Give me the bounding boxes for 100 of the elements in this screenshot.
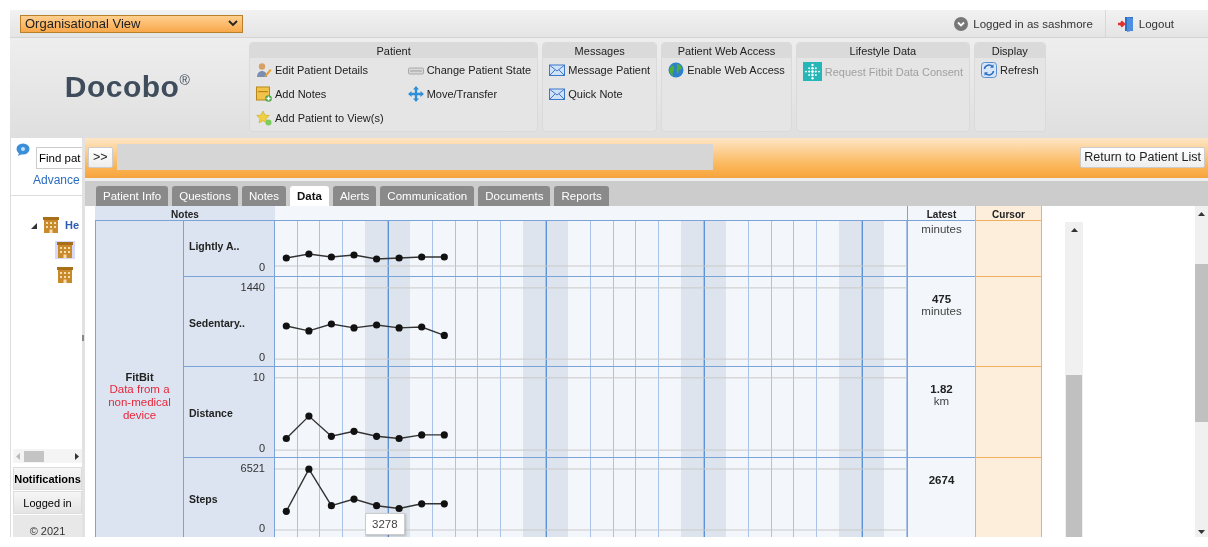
scrollbar-thumb[interactable] xyxy=(1066,375,1082,537)
data-point[interactable] xyxy=(373,502,381,510)
ribbon-group-title: Lifestyle Data xyxy=(796,43,969,58)
ribbon-button[interactable]: Edit Patient Details xyxy=(256,62,384,78)
data-point[interactable] xyxy=(305,327,313,335)
data-point[interactable] xyxy=(395,324,403,332)
expand-button[interactable]: >> xyxy=(88,146,113,168)
logo: Docobo$^{®}$ xyxy=(64,70,191,104)
chevron-down-icon xyxy=(228,20,238,27)
data-point[interactable] xyxy=(395,504,403,513)
row-label: Lightly A.. xyxy=(189,239,241,254)
ribbon-button[interactable]: Change Patient State xyxy=(407,62,532,78)
tree-item[interactable]: He xyxy=(11,216,82,234)
ribbon-button[interactable]: Enable Web Access xyxy=(668,62,785,78)
latest-unit: km xyxy=(933,395,950,407)
data-point[interactable] xyxy=(373,432,381,440)
axis-tick: 6521 xyxy=(239,462,265,475)
scrollbar-thumb[interactable] xyxy=(24,450,44,462)
ribbon-button[interactable]: Add Notes xyxy=(256,86,384,102)
data-point[interactable] xyxy=(350,324,358,332)
data-point[interactable] xyxy=(327,502,335,510)
advanced-link[interactable]: Advance xyxy=(33,173,82,187)
latest-unit: minutes xyxy=(921,305,962,317)
help-bubble-icon xyxy=(16,143,30,156)
person-pencil-icon xyxy=(256,62,272,78)
building-icon xyxy=(57,267,73,283)
ribbon-button[interactable]: Move/Transfer xyxy=(407,86,532,102)
copyright-text: © 2021 xyxy=(29,525,66,537)
view-select[interactable]: Organisational View xyxy=(20,14,243,33)
dot-grid-icon xyxy=(802,62,822,81)
arrow-right-icon xyxy=(75,452,79,460)
building-icon xyxy=(43,217,59,233)
arrow-up-icon xyxy=(1198,212,1205,216)
user-menu[interactable]: Logged in as sashmore xyxy=(954,16,1093,31)
envelope-icon xyxy=(549,86,566,102)
ribbon-group-title: Display xyxy=(975,43,1045,58)
ribbon-group-title: Patient xyxy=(250,43,538,58)
data-point[interactable] xyxy=(440,500,448,508)
data-point[interactable] xyxy=(282,507,290,515)
tree-item[interactable] xyxy=(55,266,75,284)
search-field[interactable]: Find pat xyxy=(36,147,82,169)
latest-value: 475 xyxy=(931,293,952,305)
column-header: Cursor xyxy=(992,209,1025,220)
ribbon-button[interactable]: Quick Note xyxy=(549,86,651,102)
data-point[interactable] xyxy=(418,431,426,439)
star-icon xyxy=(256,110,272,126)
arrow-up-icon xyxy=(1070,228,1078,232)
group-name: FitBit xyxy=(125,371,154,383)
ribbon-button[interactable]: Add Patient to View(s) xyxy=(256,110,384,126)
cross-arrows-icon xyxy=(407,86,424,102)
row-label: Sedentary.. xyxy=(189,315,246,331)
logged-in-button[interactable]: Logged in xyxy=(13,491,82,514)
ribbon-button[interactable]: Message Patient xyxy=(549,62,651,78)
data-point[interactable] xyxy=(418,500,426,508)
scrollbar-thumb[interactable] xyxy=(1195,264,1208,422)
scrollbar[interactable] xyxy=(1195,206,1208,537)
data-point[interactable] xyxy=(282,322,290,330)
ribbon-button[interactable]: Refresh xyxy=(981,62,1039,78)
ribbon-group-title: Messages xyxy=(543,43,657,58)
data-point[interactable] xyxy=(440,431,448,439)
column-header: Latest xyxy=(926,209,957,220)
globe-icon xyxy=(668,62,685,78)
tree-item[interactable] xyxy=(55,241,75,259)
axis-tick: 1440 xyxy=(239,281,265,294)
chevron-circle-icon xyxy=(954,16,969,31)
axis-tick: 0 xyxy=(257,442,265,455)
envelope-icon xyxy=(549,62,566,78)
refresh-icon xyxy=(981,62,997,78)
row-label: Distance xyxy=(189,406,234,421)
data-point[interactable] xyxy=(418,323,426,331)
data-point[interactable] xyxy=(327,320,335,328)
data-point[interactable] xyxy=(305,412,313,420)
latest-value: 1.82 xyxy=(930,383,953,395)
axis-tick: 0 xyxy=(257,261,265,274)
axis-tick: 0 xyxy=(257,351,265,364)
data-point[interactable] xyxy=(373,321,381,329)
return-button[interactable]: Return to Patient List xyxy=(1080,146,1205,168)
arrow-down-icon xyxy=(1198,530,1205,534)
latest-value: 2674 xyxy=(928,474,955,486)
data-point[interactable] xyxy=(395,434,403,443)
scrollbar[interactable] xyxy=(13,449,82,463)
data-point[interactable] xyxy=(305,465,313,473)
data-point[interactable] xyxy=(327,432,335,440)
latest-unit: minutes xyxy=(921,223,962,235)
axis-tick: 0 xyxy=(257,522,265,535)
scrollbar[interactable] xyxy=(1065,222,1083,537)
axis-tick: 10 xyxy=(251,371,265,384)
tooltip: 3278 xyxy=(365,513,405,536)
row-label: Steps xyxy=(189,491,219,507)
column-header: Notes xyxy=(171,209,199,220)
data-point[interactable] xyxy=(350,427,358,435)
data-point[interactable] xyxy=(282,434,290,443)
logout-link[interactable]: Logout xyxy=(1117,15,1174,32)
door-exit-icon xyxy=(1117,15,1134,32)
building-icon xyxy=(57,242,73,258)
arrow-left-icon xyxy=(16,452,20,460)
data-point[interactable] xyxy=(350,495,358,503)
tab[interactable]: Data xyxy=(290,186,329,206)
data-point[interactable] xyxy=(440,331,448,339)
notifications-button[interactable]: Notifications xyxy=(13,467,82,490)
